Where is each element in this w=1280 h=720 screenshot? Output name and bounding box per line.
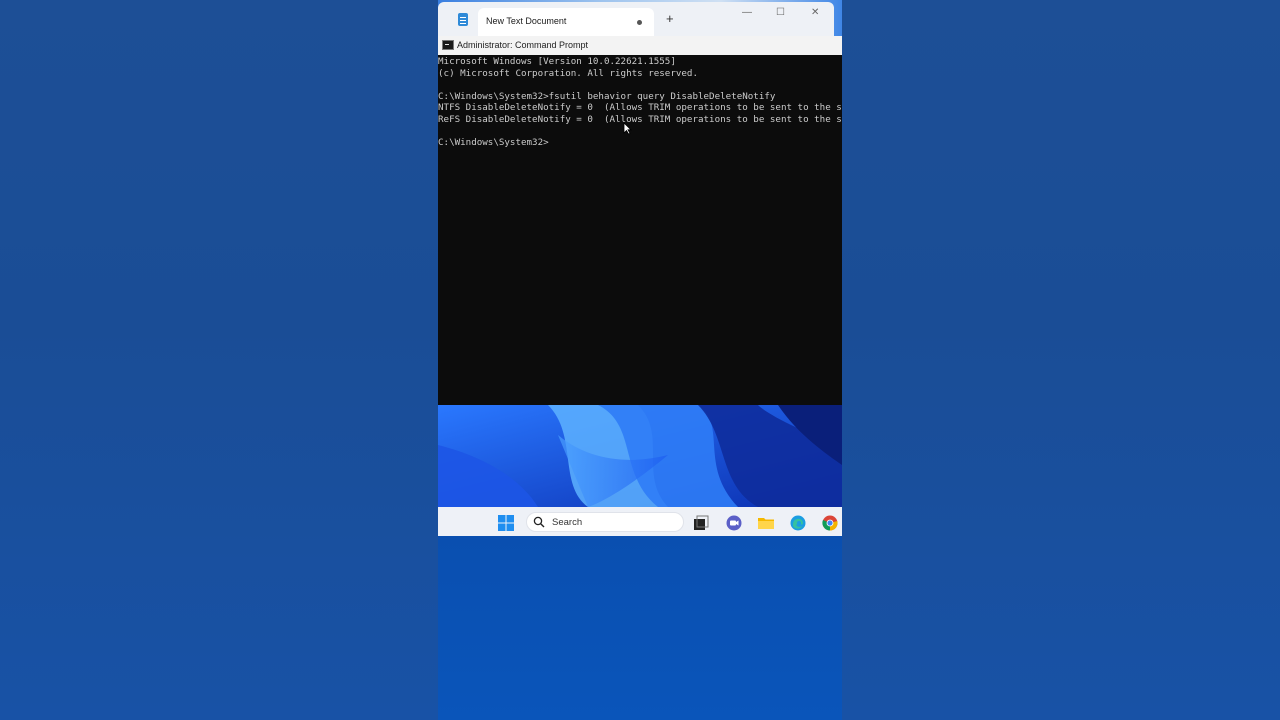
maximize-button[interactable]: ☐ <box>776 7 785 18</box>
cmd-titlebar[interactable]: Administrator: Command Prompt <box>438 36 842 55</box>
task-view-icon[interactable] <box>693 515 709 531</box>
search-label: Search <box>552 517 583 528</box>
desktop-background-right <box>842 0 1280 720</box>
notepad-tab[interactable]: New Text Document <box>478 8 654 36</box>
console-output[interactable]: Microsoft Windows [Version 10.0.22621.15… <box>438 55 842 405</box>
console-line: C:\Windows\System32>fsutil behavior quer… <box>438 90 776 102</box>
file-explorer-icon[interactable] <box>758 515 774 531</box>
minimize-button[interactable]: — <box>742 7 752 18</box>
unsaved-dot-icon[interactable] <box>637 20 642 25</box>
desktop-background-bottom <box>438 536 842 720</box>
console-line: NTFS DisableDeleteNotify = 0 (Allows TRI… <box>438 102 842 113</box>
mouse-pointer-icon <box>623 122 632 135</box>
close-button[interactable]: ✕ <box>811 7 819 18</box>
taskbar-search-box[interactable]: Search <box>526 512 684 532</box>
notepad-icon <box>458 13 468 26</box>
console-line: Microsoft Windows [Version 10.0.22621.15… <box>438 56 676 67</box>
edge-icon[interactable] <box>790 515 806 531</box>
console-prompt: C:\Windows\System32> <box>438 136 549 148</box>
notepad-window-titlebar: New Text Document + — ☐ ✕ <box>438 2 834 36</box>
windows-start-icon[interactable] <box>498 515 514 531</box>
teams-chat-icon[interactable] <box>726 515 742 531</box>
screen-area: New Text Document + — ☐ ✕ Administrator:… <box>438 0 842 720</box>
taskbar: Search <box>438 507 842 536</box>
search-icon <box>533 516 545 528</box>
desktop-background-left <box>0 0 438 720</box>
console-line: (c) Microsoft Corporation. All rights re… <box>438 67 698 79</box>
new-tab-button[interactable]: + <box>666 11 674 26</box>
wallpaper-bloom <box>438 405 842 507</box>
cmd-window-title: Administrator: Command Prompt <box>457 40 589 50</box>
notepad-tab-title: New Text Document <box>486 16 567 26</box>
cmd-icon <box>442 40 454 50</box>
chrome-icon[interactable] <box>822 515 838 531</box>
console-line: ReFS DisableDeleteNotify = 0 (Allows TRI… <box>438 113 842 125</box>
